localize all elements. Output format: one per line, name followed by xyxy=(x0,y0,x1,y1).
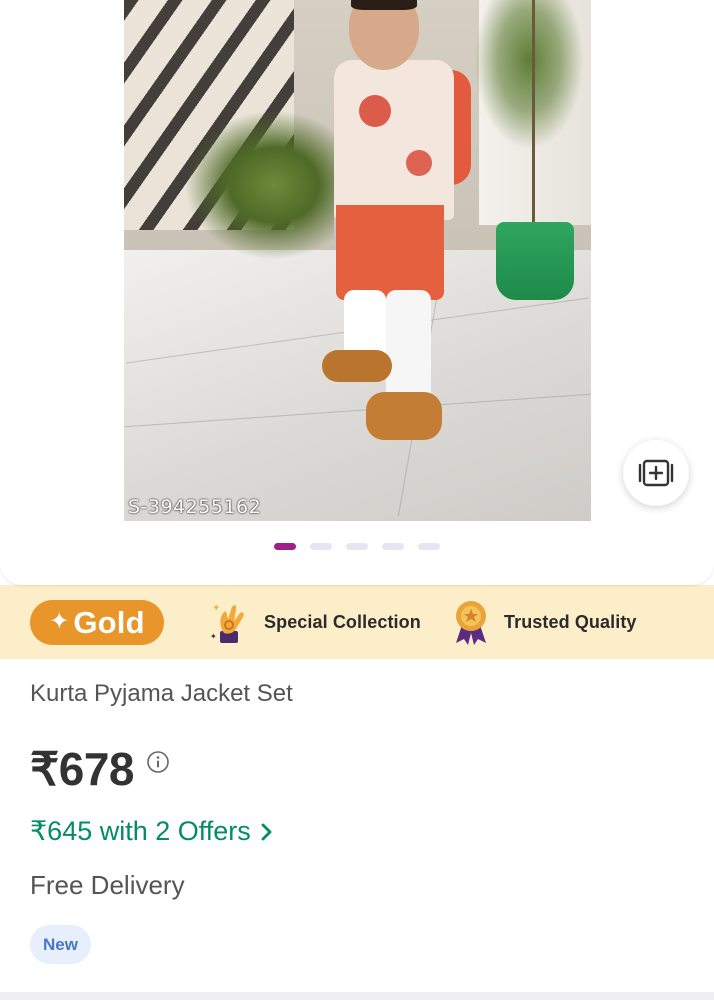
product-title: Kurta Pyjama Jacket Set xyxy=(30,680,293,707)
trusted-quality-badge: Trusted Quality xyxy=(450,599,637,645)
image-sandal xyxy=(366,392,442,440)
carousel-dot[interactable] xyxy=(346,543,368,550)
image-plant-stem xyxy=(532,0,535,235)
image-kurta xyxy=(336,205,444,300)
carousel-dot[interactable] xyxy=(382,543,404,550)
image-gallery: S-394255162 xyxy=(0,0,714,585)
product-detail-page: S-394255162 ✦ Gold ✦ ✦ Special Collectio… xyxy=(0,0,714,1000)
gold-badge-label: Gold xyxy=(73,604,145,640)
badge-strip: ✦ Gold ✦ ✦ Special Collection Trusted Qu… xyxy=(0,585,714,659)
special-collection-badge: ✦ ✦ Special Collection xyxy=(210,599,421,645)
trusted-quality-label: Trusted Quality xyxy=(504,611,637,632)
svg-text:✦: ✦ xyxy=(212,603,220,614)
info-icon[interactable] xyxy=(146,750,170,774)
medal-icon xyxy=(456,601,486,645)
offer-price-text: ₹645 with 2 Offers xyxy=(30,816,251,846)
product-image[interactable]: S-394255162 xyxy=(124,0,591,521)
carousel-dot-active[interactable] xyxy=(274,543,296,550)
image-watermark: S-394255162 xyxy=(128,496,262,518)
image-jacket-print xyxy=(359,95,391,127)
carousel-dot[interactable] xyxy=(310,543,332,550)
offers-link[interactable]: ₹645 with 2 Offers xyxy=(30,816,275,847)
product-price: ₹678 xyxy=(30,743,135,795)
image-palm xyxy=(184,110,334,260)
carousel-dot[interactable] xyxy=(418,543,440,550)
image-pants xyxy=(386,290,431,405)
sparkle-icon: ✦ xyxy=(49,607,70,635)
image-sandal xyxy=(322,350,392,382)
image-kid-hair xyxy=(351,0,417,10)
gold-badge: ✦ Gold xyxy=(30,600,164,645)
svg-text:✦: ✦ xyxy=(210,632,217,641)
chevron-right-icon xyxy=(261,823,272,840)
special-collection-label: Special Collection xyxy=(264,611,421,632)
add-to-collection-button[interactable] xyxy=(623,440,689,506)
price-row: ₹678 xyxy=(30,742,170,796)
image-jacket xyxy=(334,60,454,220)
delivery-info: Free Delivery xyxy=(30,870,185,900)
image-plant-leaves xyxy=(474,0,584,150)
image-green-pot xyxy=(496,222,574,300)
add-square-icon xyxy=(638,459,674,487)
carousel-indicator xyxy=(0,543,714,551)
image-jacket-print xyxy=(406,150,432,176)
ok-hand-icon: ✦ ✦ xyxy=(210,603,244,643)
section-divider xyxy=(0,992,714,1000)
new-tag: New xyxy=(30,925,91,964)
